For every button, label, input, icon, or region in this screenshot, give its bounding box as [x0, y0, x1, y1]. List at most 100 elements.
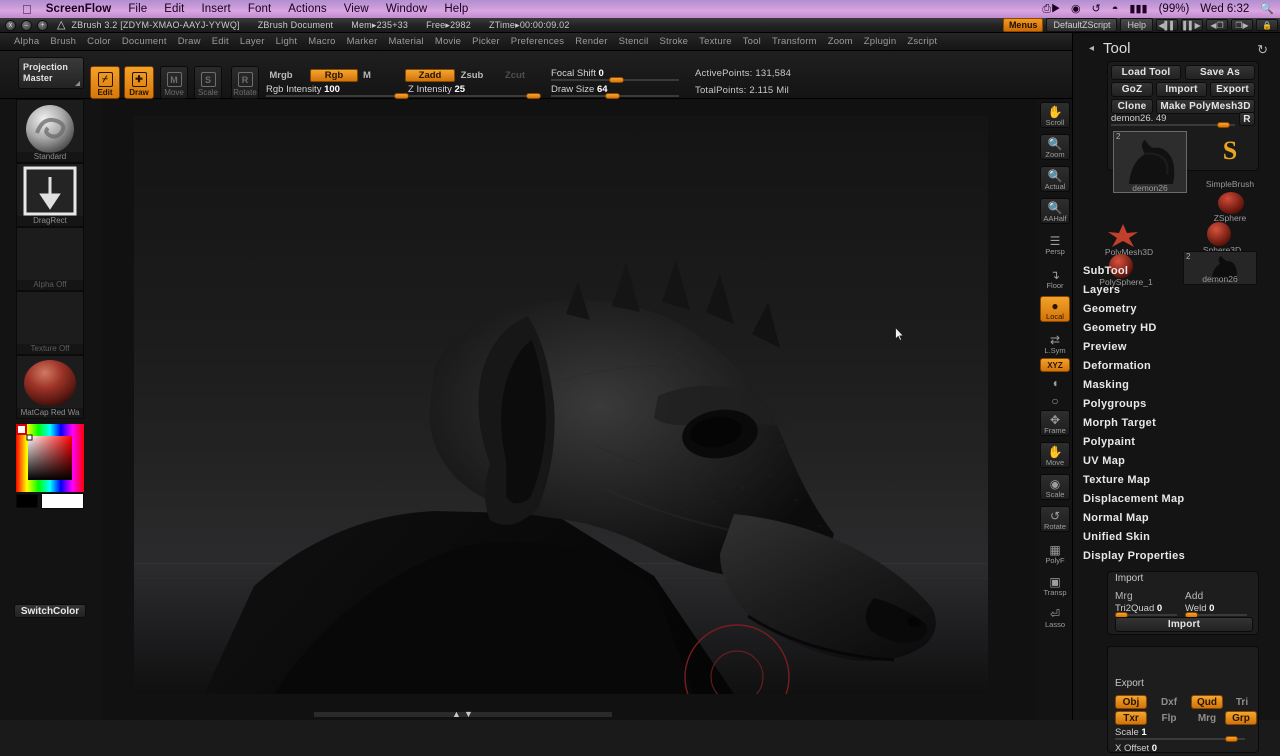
xyz-button[interactable]: XYZ — [1040, 358, 1070, 372]
menu-window[interactable]: Window — [386, 3, 428, 15]
section-layers[interactable]: Layers — [1083, 284, 1120, 296]
palette-zplugin[interactable]: Zplugin — [864, 36, 897, 47]
export-grp-toggle[interactable]: Grp — [1225, 711, 1257, 725]
scale-button[interactable]: S Scale — [194, 66, 222, 99]
lock-icon[interactable]: 🔒 — [1256, 19, 1278, 31]
transp-button[interactable]: ▣ Transp — [1040, 571, 1070, 597]
x-axis-button[interactable]: ◖ — [1040, 373, 1070, 389]
palette-macro[interactable]: Macro — [308, 36, 335, 47]
palette-marker[interactable]: Marker — [347, 36, 378, 47]
section-uv-map[interactable]: UV Map — [1083, 455, 1125, 467]
draw-size-slider[interactable]: Draw Size 64 — [551, 84, 679, 99]
palette-brush[interactable]: Brush — [50, 36, 76, 47]
menu-help[interactable]: Help — [444, 3, 468, 15]
section-morph-target[interactable]: Morph Target — [1083, 417, 1156, 429]
export-tri-toggle[interactable]: Tri — [1228, 695, 1256, 709]
zscript-prev-icon[interactable]: ◀▌▌ — [1156, 19, 1178, 31]
export-flp-toggle[interactable]: Flp — [1153, 711, 1185, 725]
palette-tool[interactable]: Tool — [743, 36, 761, 47]
palette-transform[interactable]: Transform — [772, 36, 817, 47]
switch-color-button[interactable]: SwitchColor — [14, 604, 86, 618]
clock[interactable]: Wed 6:32 — [1200, 3, 1249, 15]
lsym-button[interactable]: ⇄ L.Sym — [1040, 329, 1070, 355]
secondary-color-swatch[interactable] — [16, 494, 38, 508]
export-button[interactable]: Export — [1210, 82, 1255, 97]
import-add-button[interactable]: Add — [1185, 589, 1223, 604]
export-obj-toggle[interactable]: Obj — [1115, 695, 1147, 709]
menus-button[interactable]: Menus — [1002, 18, 1044, 32]
alpha-slot[interactable]: Alpha Off — [16, 227, 84, 291]
window-left-icon[interactable]: ◀❐ — [1206, 19, 1228, 31]
rgb-toggle[interactable]: Rgb — [310, 69, 358, 82]
default-zscript-button[interactable]: DefaultZScript — [1046, 18, 1118, 32]
focal-shift-knob[interactable] — [609, 77, 624, 83]
section-unified-skin[interactable]: Unified Skin — [1083, 531, 1150, 543]
focal-shift-slider[interactable]: Focal Shift 0 — [551, 68, 679, 83]
palette-document[interactable]: Document — [122, 36, 167, 47]
window-right-icon[interactable]: ❐▶ — [1231, 19, 1253, 31]
rotate-button[interactable]: R Rotate — [231, 66, 259, 99]
palette-stroke[interactable]: Stroke — [659, 36, 688, 47]
menu-view[interactable]: View — [344, 3, 369, 15]
texture-slot[interactable]: Texture Off — [16, 291, 84, 355]
scroll-down-icon[interactable]: ▼ — [464, 710, 473, 719]
palette-render[interactable]: Render — [575, 36, 607, 47]
zcut-toggle[interactable]: Zcut — [500, 69, 530, 82]
section-deformation[interactable]: Deformation — [1083, 360, 1151, 372]
export-scale-knob[interactable] — [1225, 736, 1238, 742]
goz-button[interactable]: GoZ — [1111, 82, 1153, 97]
palette-light[interactable]: Light — [276, 36, 298, 47]
section-geometry[interactable]: Geometry — [1083, 303, 1137, 315]
move-button[interactable]: M Move — [160, 66, 188, 99]
scroll-up-icon[interactable]: ▲ — [452, 710, 461, 719]
color-wheel-icon[interactable] — [16, 424, 84, 492]
polyf-button[interactable]: ▦ PolyF — [1040, 539, 1070, 565]
thumb-simplebrush[interactable]: S — [1201, 131, 1259, 171]
palette-stencil[interactable]: Stencil — [619, 36, 649, 47]
chevron-left-icon[interactable]: ◂ — [1089, 43, 1094, 54]
section-polypaint[interactable]: Polypaint — [1083, 436, 1135, 448]
document-hscrollbar[interactable]: ▲ ▼ — [313, 710, 613, 719]
tri2quad-slider[interactable]: Tri2Quad 0 — [1115, 603, 1177, 618]
palette-material[interactable]: Material — [388, 36, 423, 47]
projection-master-button[interactable]: Projection Master — [18, 57, 84, 89]
tool-r-button[interactable]: R — [1239, 112, 1255, 126]
frame-button[interactable]: ✥ Frame — [1040, 410, 1070, 436]
weld-slider[interactable]: Weld 0 — [1185, 603, 1247, 618]
edit-button[interactable]: ⌿ Edit — [90, 66, 120, 99]
thumb-zsphere[interactable] — [1215, 191, 1247, 215]
menu-app-name[interactable]: ScreenFlow — [46, 3, 112, 15]
video-camera-icon[interactable]: ⎙▶ — [1042, 3, 1060, 15]
z-intensity-slider[interactable]: Z Intensity 25 — [408, 84, 541, 99]
section-display-properties[interactable]: Display Properties — [1083, 550, 1185, 562]
local-button[interactable]: ● Local — [1040, 296, 1070, 322]
zbrush-document-canvas[interactable] — [134, 116, 988, 694]
section-subtool[interactable]: SubTool — [1083, 265, 1128, 277]
menu-edit[interactable]: Edit — [164, 3, 184, 15]
import-button[interactable]: Import — [1156, 82, 1207, 97]
export-scale-slider[interactable]: Scale 1 — [1115, 727, 1245, 742]
import-mrg-button[interactable]: Mrg — [1115, 589, 1153, 604]
persp-button[interactable]: ☰ Persp — [1040, 230, 1070, 256]
zoom-button[interactable]: + — [37, 19, 48, 31]
export-mrg-toggle[interactable]: Mrg — [1191, 711, 1223, 725]
brush-slot[interactable]: Standard — [16, 99, 84, 163]
actual-button[interactable]: 🔍 Actual — [1040, 166, 1070, 192]
scroll-button[interactable]: ✋ Scroll — [1040, 102, 1070, 128]
export-qud-toggle[interactable]: Qud — [1191, 695, 1223, 709]
refresh-icon[interactable]: ↻ — [1257, 42, 1268, 58]
import-action-button[interactable]: Import — [1115, 617, 1253, 632]
section-geometry-hd[interactable]: Geometry HD — [1083, 322, 1157, 334]
menu-font[interactable]: Font — [248, 3, 271, 15]
palette-layer[interactable]: Layer — [240, 36, 265, 47]
clone-button[interactable]: Clone — [1111, 99, 1153, 114]
stroke-slot[interactable]: DragRect — [16, 163, 84, 227]
apple-icon[interactable]:  — [22, 3, 32, 16]
save-as-button[interactable]: Save As — [1185, 65, 1255, 80]
minimize-button[interactable]: – — [21, 19, 32, 31]
zscript-next-icon[interactable]: ▌▌▶ — [1181, 19, 1203, 31]
material-slot[interactable]: MatCap Red Wa — [16, 355, 84, 419]
export-xoffset-slider[interactable]: X Offset 0 — [1115, 743, 1245, 756]
close-button[interactable]: x — [5, 19, 16, 31]
section-texture-map[interactable]: Texture Map — [1083, 474, 1150, 486]
